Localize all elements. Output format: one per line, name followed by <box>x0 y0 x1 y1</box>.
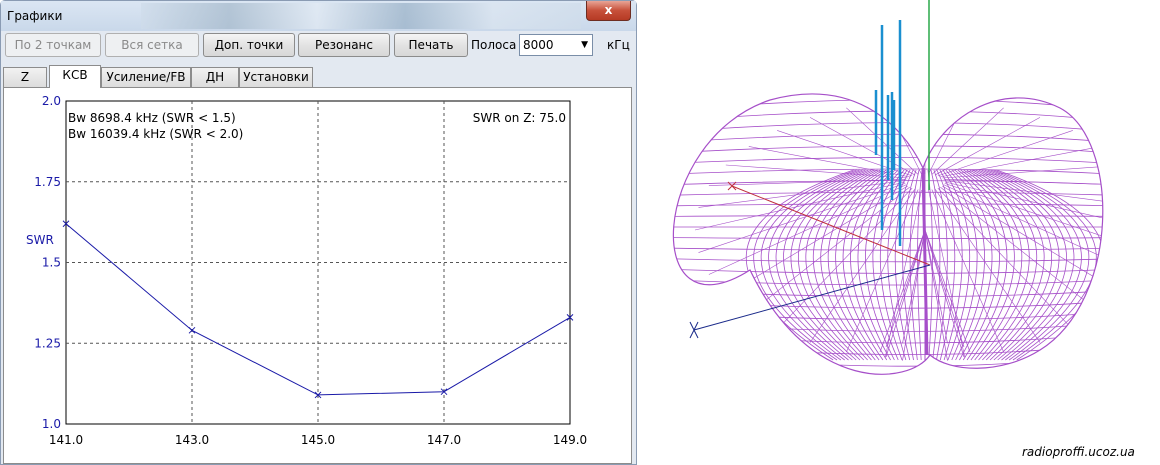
mesh-latitude-line <box>673 373 1103 375</box>
x-tick-label: 147.0 <box>427 433 461 447</box>
toolbar: По 2 точкам Вся сетка Доп. точки Резонан… <box>1 33 636 59</box>
mesh-radial-line <box>928 101 966 175</box>
band-value: 8000 <box>523 38 554 52</box>
mesh-radial-line <box>944 181 1103 231</box>
x-tick-label: 143.0 <box>175 433 209 447</box>
tab-swr[interactable]: КСВ <box>49 65 101 88</box>
swr-data-point <box>188 326 196 334</box>
resonance-button[interactable]: Резонанс <box>298 33 390 57</box>
tab-gain-fb[interactable]: Усиление/FB <box>101 67 191 87</box>
mesh-latitude-line <box>673 133 1103 144</box>
mesh-latitude-line <box>660 65 1120 80</box>
tab-pattern[interactable]: ДН <box>191 67 239 87</box>
band-label: Полоса <box>471 38 517 52</box>
close-button[interactable]: x <box>586 1 631 21</box>
chevron-down-icon: ▼ <box>581 40 588 50</box>
tab-z[interactable]: Z <box>3 67 47 87</box>
mesh-latitude-line <box>673 93 1103 102</box>
mesh-latitude-line <box>673 268 1103 274</box>
y-axis-label: SWR <box>26 233 54 247</box>
mesh-radial-line <box>884 101 922 175</box>
swr-plot-panel: 141.0 143.0 145.0 147.0 149.0 1.0 1.25 1.5 1.75 2… <box>3 87 632 464</box>
x-tick-label: 141.0 <box>49 433 83 447</box>
y-tick-label: 2.0 <box>42 94 61 108</box>
swr-on-z-label: SWR on Z: 75.0 <box>473 111 566 125</box>
y-axis-marker <box>689 321 699 339</box>
mesh-latitude-line <box>673 237 1103 239</box>
unit-label: кГц <box>607 38 630 52</box>
extra-points-button[interactable]: Доп. точки <box>203 33 295 57</box>
two-points-button[interactable]: По 2 точкам <box>5 33 101 57</box>
tab-settings[interactable]: Установки <box>239 67 313 87</box>
swr-series-line <box>65 223 571 396</box>
watermark-text: radioproffi.ucoz.ua <box>1022 445 1135 459</box>
window-title: Графики <box>7 9 63 23</box>
mesh-radial-line <box>937 187 1074 330</box>
bandwidth-20-label: Bw 16039.4 kHz (SWR < 2.0) <box>68 127 243 141</box>
full-grid-button[interactable]: Вся сетка <box>105 33 199 57</box>
mesh-radial-line <box>931 107 1004 175</box>
mesh-latitude-line <box>660 385 1120 402</box>
mesh-radial-line <box>931 189 1004 353</box>
mesh-null-cone-line <box>902 229 926 361</box>
title-bar[interactable]: Графики x <box>1 1 636 31</box>
mesh-latitude-line <box>673 145 1103 154</box>
pattern-null-axis <box>921 167 929 356</box>
mesh-latitude-line <box>660 76 1120 90</box>
mesh-longitude-line <box>945 169 978 361</box>
mesh-latitude-line <box>673 110 1103 123</box>
y-tick-label: 1.25 <box>34 336 61 350</box>
tab-bar: Z КСВ Усиление/FB ДН Установки <box>3 65 634 88</box>
y-tick-label: 1.0 <box>42 417 61 431</box>
graphs-window: Графики x По 2 точкам Вся сетка Доп. точ… <box>0 0 637 465</box>
mesh-radial-line <box>937 130 1073 177</box>
mesh-latitude-line <box>673 122 1103 133</box>
y-tick-label: 1.75 <box>34 175 61 189</box>
mesh-latitude-line <box>660 395 1120 413</box>
y-tick-label: 1.5 <box>42 256 61 270</box>
radiation-pattern-3d <box>660 0 1120 413</box>
mesh-latitude-line <box>673 191 1103 196</box>
mesh-radial-line <box>694 181 906 231</box>
band-select[interactable]: 8000 ▼ <box>519 34 593 56</box>
titlebar-background <box>141 3 581 29</box>
x-tick-label: 149.0 <box>553 433 587 447</box>
mesh-latitude-line <box>673 258 1103 263</box>
mesh-latitude-line <box>673 99 1103 112</box>
mesh-latitude-line <box>673 363 1103 375</box>
swr-chart: 141.0 143.0 145.0 147.0 149.0 1.0 1.25 1.5 1.75 2… <box>26 94 587 447</box>
mesh-latitude-line <box>673 157 1103 165</box>
x-tick-label: 145.0 <box>301 433 335 447</box>
mesh-null-cone-line <box>924 229 948 361</box>
print-button[interactable]: Печать <box>394 33 468 57</box>
bandwidth-15-label: Bw 8698.4 kHz (SWR < 1.5) <box>68 111 236 125</box>
